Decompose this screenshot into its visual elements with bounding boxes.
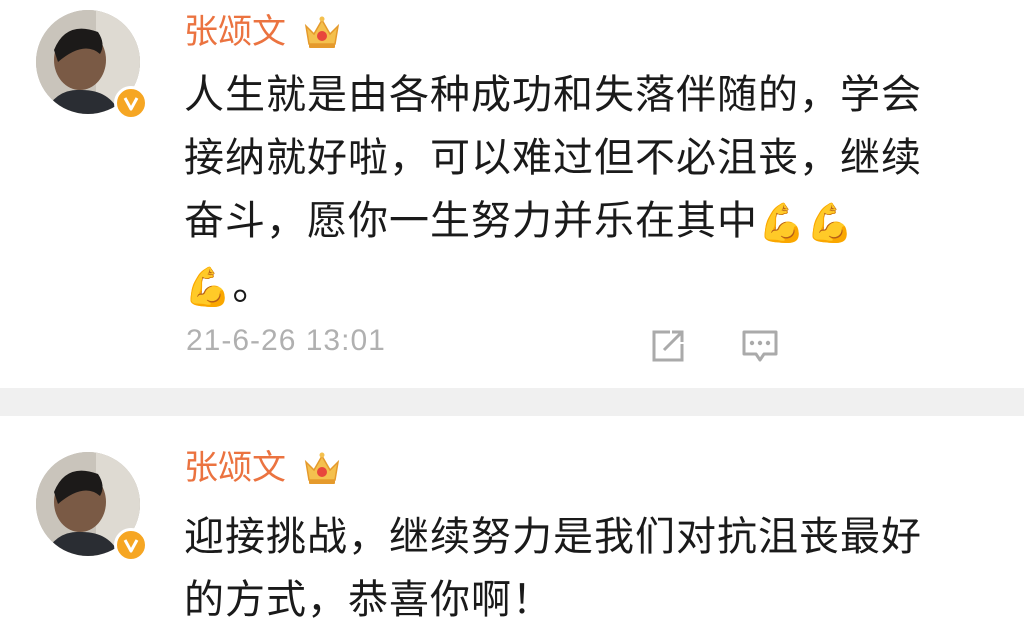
flexed-biceps-icon: 💪 — [184, 265, 233, 309]
comment-icon[interactable] — [740, 326, 780, 366]
comment-line-end: 💪。 — [184, 255, 974, 320]
verified-badge-icon — [114, 86, 148, 120]
crown-icon — [302, 14, 342, 50]
comment-end-punctuation: 。 — [232, 262, 274, 309]
comment-text: 迎接挑战，继续努力是我们对抗沮丧最好 的方式，恭喜你啊！ — [184, 506, 974, 632]
comment-line: 迎接挑战，继续努力是我们对抗沮丧最好 — [184, 514, 922, 560]
comment-card: 张颂文 人生就是由各种成功和失落伴随的，学会 接纳就好啦，可以难过但不必沮丧，继… — [0, 0, 1024, 388]
comment-line: 人生就是由各种成功和失落伴随的，学会 — [184, 72, 922, 118]
comment-line: 奋斗，愿你一生努力并乐在其中 — [184, 198, 758, 244]
author-name[interactable]: 张颂文 — [184, 12, 286, 52]
comment-card: 张颂文 迎接挑战，继续努力是我们对抗沮丧最好 的方式，恭喜你啊！ — [0, 416, 1024, 627]
comment-text: 人生就是由各种成功和失落伴随的，学会 接纳就好啦，可以难过但不必沮丧，继续 奋斗… — [184, 64, 974, 319]
verified-badge-icon — [114, 528, 148, 562]
share-icon[interactable] — [648, 326, 688, 366]
timestamp: 21-6-26 13:01 — [186, 324, 386, 357]
comment-line-with-emoji: 奋斗，愿你一生努力并乐在其中💪💪 — [184, 190, 974, 255]
comment-line: 接纳就好啦，可以难过但不必沮丧，继续 — [184, 135, 922, 181]
flexed-biceps-icon: 💪 — [758, 200, 807, 245]
section-divider — [0, 388, 1024, 416]
crown-icon — [302, 450, 342, 486]
comment-line: 的方式，恭喜你啊！ — [184, 577, 553, 623]
flexed-biceps-icon: 💪 — [806, 200, 855, 245]
author-name[interactable]: 张颂文 — [184, 448, 286, 488]
